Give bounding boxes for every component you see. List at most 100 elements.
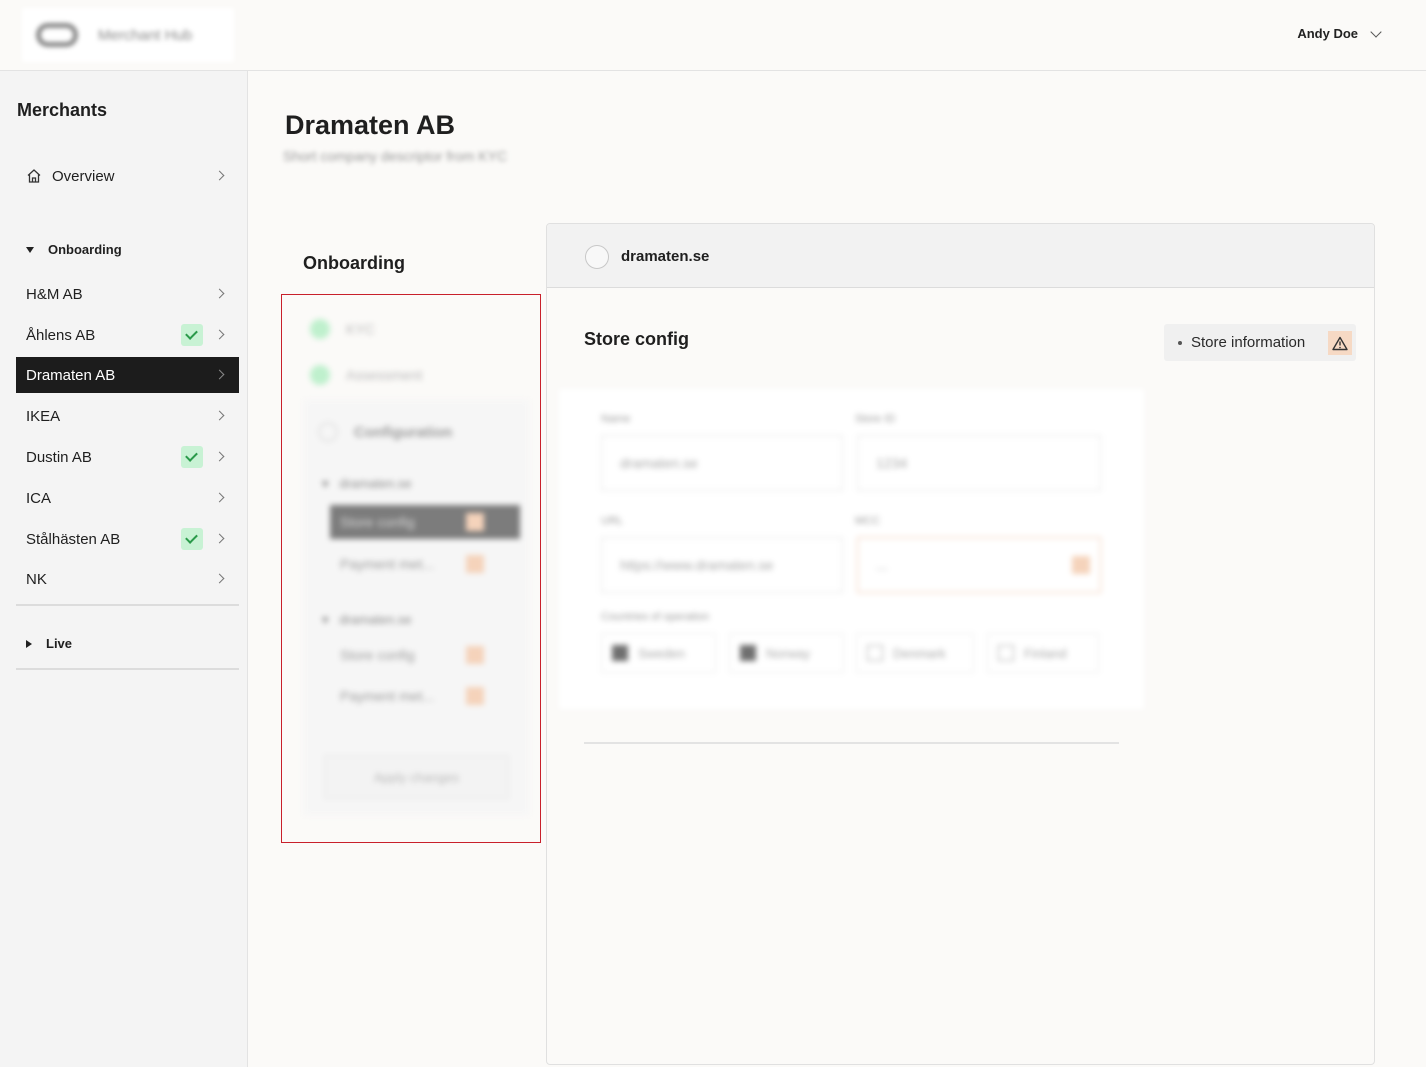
sidebar-item-label: Dramaten AB [26, 366, 116, 384]
user-menu[interactable]: Andy Doe [1297, 25, 1382, 41]
home-icon [26, 168, 42, 184]
chevron-right-icon [214, 573, 225, 584]
chevron-right-icon [214, 369, 225, 380]
sidebar-item-dustin[interactable]: Dustin AB [16, 439, 239, 475]
mcc-label: MCC [855, 515, 881, 527]
caret-down-icon: ▾ [322, 476, 340, 491]
chevron-right-icon [214, 410, 225, 421]
sidebar-item-nk[interactable]: NK [16, 561, 239, 597]
warning-icon [1328, 331, 1352, 355]
sidebar-item-hm[interactable]: H&M AB [16, 276, 239, 312]
sidebar-item-label: ICA [26, 489, 52, 507]
sidebar-item-label: Åhlens AB [26, 326, 96, 344]
sidebar-divider [16, 604, 239, 606]
check-icon [181, 324, 203, 346]
section-label: Live [46, 636, 73, 651]
step-complete-icon [310, 319, 330, 339]
panel-header: dramaten.se [547, 224, 1374, 288]
warning-icon [1072, 556, 1090, 574]
onboarding-heading: Onboarding [303, 253, 405, 273]
brand-logo-area[interactable]: Merchant Hub [22, 8, 234, 62]
url-field[interactable]: https://www.dramaten.se [601, 537, 843, 593]
sidebar-item-label: Overview [52, 167, 115, 185]
config-row-store-config[interactable]: Store config [330, 638, 520, 672]
onboarding-steps-content: KYC Assessment Configuration ▾ dramaten.… [282, 295, 540, 842]
country-label: Norway [766, 645, 811, 661]
country-checkbox-finland[interactable]: Finland [987, 633, 1099, 673]
page-title: Dramaten AB [285, 110, 456, 140]
store-id-field[interactable]: 1234 [857, 435, 1101, 491]
country-label: Denmark [893, 645, 946, 661]
step-pending-icon [318, 422, 338, 442]
chevron-right-icon [214, 288, 225, 299]
sidebar-item-ikea[interactable]: IKEA [16, 398, 239, 434]
sidebar-item-dramaten[interactable]: Dramaten AB [16, 357, 239, 393]
store-config-title: Store config [584, 329, 690, 349]
sidebar-item-ica[interactable]: ICA [16, 480, 239, 516]
config-row-payment[interactable]: Payment met... [330, 547, 520, 581]
status-circle-icon [585, 245, 609, 269]
config-row-label: Store config [340, 647, 415, 663]
sidebar-item-label: IKEA [26, 407, 61, 425]
chevron-right-icon [214, 329, 225, 340]
name-field[interactable]: dramaten.se [601, 435, 843, 491]
apply-changes-button[interactable]: Apply changes [324, 755, 509, 799]
config-domain-label: dramaten.se [339, 612, 412, 627]
step-kyc[interactable]: KYC [310, 319, 375, 339]
country-label: Sweden [638, 645, 685, 661]
mcc-field[interactable]: ... [857, 537, 1101, 593]
store-config-form: Name Store ID dramaten.se 1234 URL MCC h… [559, 389, 1144, 709]
mcc-value: ... [876, 557, 888, 573]
config-domain-group[interactable]: ▾ dramaten.se [322, 612, 412, 628]
config-domain-label: dramaten.se [339, 476, 412, 491]
config-row-store-config[interactable]: Store config [330, 505, 520, 539]
configuration-header[interactable]: Configuration [318, 422, 452, 442]
section-toggle-onboarding[interactable]: Onboarding [26, 242, 122, 257]
checkbox-empty-icon [867, 645, 883, 661]
configuration-card: Configuration ▾ dramaten.se Store config… [304, 400, 529, 815]
checkbox-checked-icon [612, 645, 628, 661]
page-subtitle: Short company descriptor from KYC [283, 148, 508, 164]
store-panel: dramaten.se Store config Store informati… [546, 223, 1375, 1065]
country-checkbox-denmark[interactable]: Denmark [856, 633, 974, 673]
brand-name: Merchant Hub [98, 26, 193, 44]
check-icon [181, 528, 203, 550]
country-checkbox-sweden[interactable]: Sweden [601, 633, 716, 673]
panel-domain: dramaten.se [621, 248, 710, 265]
step-assessment[interactable]: Assessment [310, 365, 422, 385]
config-row-payment[interactable]: Payment met... [330, 679, 520, 713]
chevron-right-icon [214, 451, 225, 462]
store-id-label: Store ID [855, 413, 896, 425]
sidebar-item-label: NK [26, 570, 47, 588]
caret-down-icon: ▾ [322, 612, 340, 627]
warning-icon [466, 513, 484, 531]
chevron-right-icon [214, 533, 225, 544]
section-label: Onboarding [48, 242, 122, 257]
user-name: Andy Doe [1297, 26, 1358, 41]
country-checkbox-norway[interactable]: Norway [729, 633, 844, 673]
panel-divider [584, 742, 1119, 744]
step-label: KYC [346, 321, 375, 337]
chevron-right-icon [214, 492, 225, 503]
section-toggle-live[interactable]: Live [26, 636, 72, 651]
sidebar-divider [16, 668, 239, 670]
config-row-label: Store config [340, 514, 415, 530]
store-information-label: Store information [1191, 334, 1306, 351]
url-label: URL [601, 515, 624, 527]
chevron-right-icon [214, 170, 225, 181]
sidebar-item-overview[interactable]: Overview [16, 158, 239, 194]
store-information-button[interactable]: Store information [1164, 324, 1356, 361]
config-row-label: Payment met... [340, 556, 435, 572]
warning-icon [466, 687, 484, 705]
checkbox-empty-icon [998, 645, 1014, 661]
check-icon [181, 446, 203, 468]
countries-label: Countries of operation [601, 611, 710, 623]
caret-down-icon [26, 246, 34, 253]
caret-right-icon [26, 639, 32, 648]
sidebar-title: Merchants [17, 100, 108, 120]
config-domain-group[interactable]: ▾ dramaten.se [322, 476, 412, 492]
sidebar-item-ahlens[interactable]: Åhlens AB [16, 317, 239, 353]
warning-icon [466, 555, 484, 573]
bullet-icon [1178, 340, 1182, 345]
sidebar-item-stalhasten[interactable]: Stålhästen AB [16, 521, 239, 557]
